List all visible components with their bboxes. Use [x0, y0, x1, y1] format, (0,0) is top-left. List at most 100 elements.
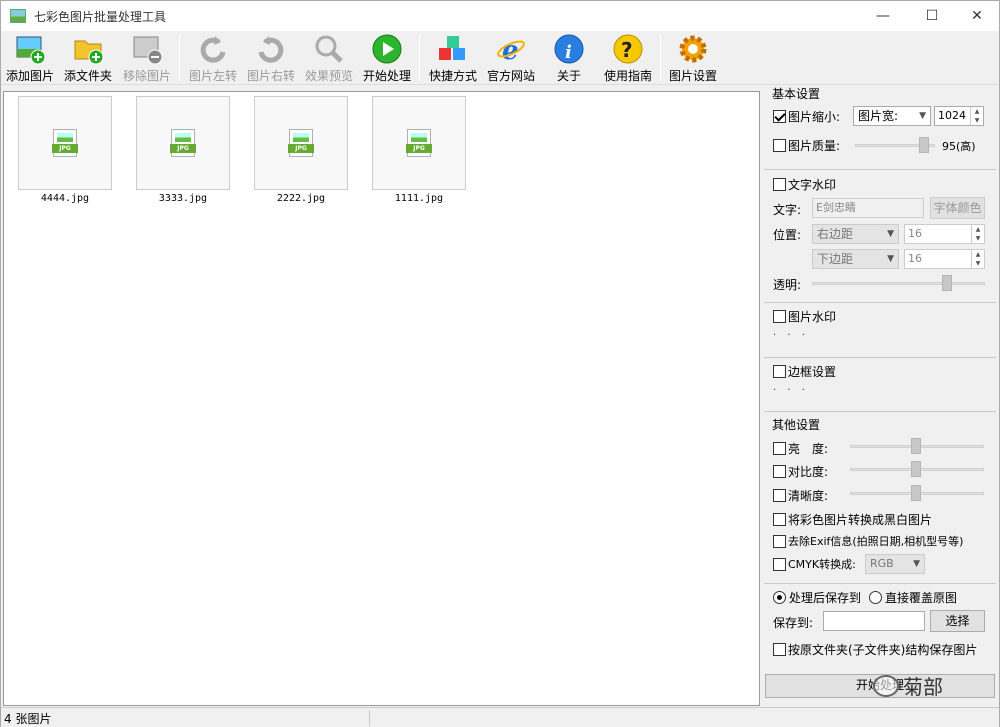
guide-label: 使用指南 [603, 69, 652, 83]
checkbox[interactable] [773, 534, 786, 548]
sharpness-checkbox[interactable]: 清晰度: [773, 487, 828, 504]
window-title: 七彩色图片批量处理工具 [34, 9, 167, 24]
checkbox[interactable] [773, 110, 786, 123]
keep-structure-checkbox[interactable]: 按原文件夹(子文件夹)结构保存图片 [773, 641, 977, 658]
gear-icon [677, 33, 709, 65]
add-folder-button[interactable]: 添文件夹 [63, 33, 113, 83]
jpg-file-icon: JPG [170, 129, 196, 157]
shortcut-button[interactable]: 快捷方式 [427, 33, 479, 83]
app-window: 七彩色图片批量处理工具 — ☐ ✕ 添加图片 添文件夹 移除图片 图片左转 图片… [0, 0, 1000, 727]
toolbar-separator [179, 35, 180, 81]
app-icon [10, 9, 26, 23]
overwrite-radio[interactable]: 直接覆盖原图 [869, 589, 957, 606]
brightness-slider[interactable] [850, 438, 984, 454]
checkbox[interactable] [773, 557, 786, 571]
remove-image-icon [131, 33, 163, 65]
jpg-file-icon: JPG [406, 129, 432, 157]
jpg-file-icon: JPG [52, 129, 78, 157]
status-separator [369, 710, 370, 726]
checkbox[interactable] [773, 178, 786, 191]
thumbnail-0[interactable]: JPG [18, 96, 112, 190]
keep-structure-label: 按原文件夹(子文件夹)结构保存图片 [788, 643, 978, 657]
watermark-text-input[interactable]: E剑忠睛 [812, 198, 924, 218]
rotate-left-button[interactable]: 图片左转 [187, 33, 239, 83]
checkbox[interactable] [773, 465, 786, 478]
resize-mode-select[interactable]: 图片宽: ▼ [853, 106, 931, 126]
preview-label: 效果预览 [304, 69, 353, 83]
maximize-button[interactable]: ☐ [909, 1, 955, 31]
cmyk-checkbox[interactable]: CMYK转换成: [773, 556, 856, 572]
border-checkbox[interactable]: 边框设置 [773, 363, 836, 380]
remove-image-button[interactable]: 移除图片 [121, 33, 173, 83]
ie-icon: e [495, 33, 527, 65]
border-more[interactable]: · · · [773, 385, 809, 396]
thumbnail-3[interactable]: JPG [372, 96, 466, 190]
remove-exif-checkbox[interactable]: 去除Exif信息(拍照日期,相机型号等) [773, 533, 963, 549]
contrast-checkbox[interactable]: 对比度: [773, 463, 828, 480]
cmyk-target-select[interactable]: RGB ▼ [865, 554, 925, 574]
info-icon: i [553, 33, 585, 65]
text-watermark-checkbox[interactable]: 文字水印 [773, 176, 836, 193]
position-label: 位置: [773, 228, 802, 242]
toolbar-separator [660, 35, 661, 81]
font-color-button[interactable]: 字体颜色 [930, 197, 985, 219]
grayscale-checkbox[interactable]: 将彩色图片转换成黑白图片 [773, 511, 932, 528]
about-button[interactable]: i 关于 [549, 33, 589, 83]
checkbox[interactable] [773, 643, 786, 656]
jpg-file-icon: JPG [288, 129, 314, 157]
preview-button[interactable]: 效果预览 [303, 33, 355, 83]
about-label: 关于 [556, 69, 581, 83]
resize-checkbox[interactable]: 图片缩小: [773, 108, 840, 125]
checkbox[interactable] [773, 489, 786, 502]
resize-value-spinner[interactable]: 1024 ▲ ▼ [934, 106, 984, 126]
minimize-button[interactable]: — [860, 1, 906, 31]
magnifier-icon [313, 33, 345, 65]
start-process-button[interactable]: 开始处理 [361, 33, 413, 83]
add-folder-icon [72, 33, 104, 65]
quality-checkbox[interactable]: 图片质量: [773, 137, 840, 154]
thumbnail-1[interactable]: JPG [136, 96, 230, 190]
save-to-radio[interactable]: 处理后保存到 [773, 589, 861, 606]
radio[interactable] [869, 591, 882, 604]
contrast-slider[interactable] [850, 461, 984, 477]
checkbox[interactable] [773, 442, 786, 455]
save-path-input[interactable] [823, 611, 925, 631]
brightness-checkbox[interactable]: 亮 度: [773, 440, 828, 457]
vertical-position-select[interactable]: 下边距 ▼ [812, 249, 899, 269]
checkbox[interactable] [773, 139, 786, 152]
thumbnail-name: 4444.jpg [40, 193, 90, 204]
rotate-left-icon [197, 33, 229, 65]
website-button[interactable]: e 官方网站 [485, 33, 537, 83]
checkbox[interactable] [773, 310, 786, 323]
image-watermark-more[interactable]: · · · [773, 330, 809, 341]
image-settings-button[interactable]: 图片设置 [667, 33, 719, 83]
opacity-slider[interactable] [812, 275, 985, 291]
settings-panel: 基本设置 图片缩小: 图片宽: ▼ 1024 ▲ ▼ 图片质量: 95(高) 文字水印… [764, 85, 998, 705]
wechat-watermark: 菊部 [873, 671, 943, 700]
checkbox[interactable] [773, 365, 786, 378]
radio[interactable] [773, 591, 786, 604]
border-title: 边框设置 [788, 365, 837, 379]
guide-button[interactable]: ? 使用指南 [602, 33, 654, 83]
thumbnail-2[interactable]: JPG [254, 96, 348, 190]
watermark-text: 菊部 [903, 675, 943, 699]
close-button[interactable]: ✕ [954, 1, 1000, 31]
image-list[interactable]: JPG 4444.jpg JPG 3333.jpg JPG 2222.jpg J… [3, 91, 760, 706]
save-to-label: 保存到: [773, 616, 814, 630]
wechat-icon [873, 674, 899, 697]
vertical-offset-spinner[interactable]: 16 ▲ ▼ [904, 249, 985, 269]
image-watermark-checkbox[interactable]: 图片水印 [773, 308, 836, 325]
checkbox[interactable] [773, 513, 786, 526]
rotate-right-button[interactable]: 图片右转 [245, 33, 297, 83]
rotate-right-label: 图片右转 [246, 69, 295, 83]
add-image-button[interactable]: 添加图片 [5, 33, 55, 83]
horizontal-position-select[interactable]: 右边距 ▼ [812, 224, 899, 244]
horizontal-offset-spinner[interactable]: 16 ▲ ▼ [904, 224, 985, 244]
choose-folder-button[interactable]: 选择 [930, 610, 985, 632]
quality-slider[interactable] [855, 137, 935, 153]
svg-text:e: e [502, 36, 519, 65]
add-folder-label: 添文件夹 [63, 69, 112, 83]
play-icon [371, 33, 403, 65]
svg-text:i: i [565, 42, 572, 63]
sharpness-slider[interactable] [850, 485, 984, 501]
